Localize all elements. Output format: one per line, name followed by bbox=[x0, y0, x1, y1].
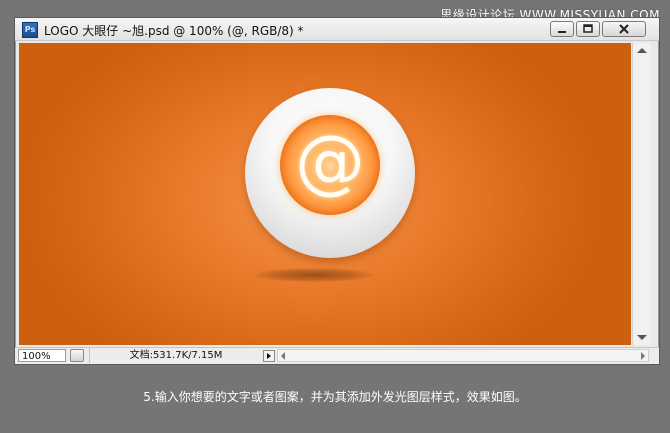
at-glyph: @ bbox=[295, 120, 365, 202]
window-title: LOGO 大眼仔 ~旭.psd @ 100% (@, RGB/8) * bbox=[44, 24, 304, 38]
title-bar[interactable]: Ps LOGO 大眼仔 ~旭.psd @ 100% (@, RGB/8) * bbox=[15, 18, 659, 41]
logo-shadow bbox=[254, 268, 374, 282]
scroll-down-icon[interactable] bbox=[637, 335, 647, 340]
status-bar: 100% 文档:531.7K/7.15M bbox=[15, 347, 659, 364]
status-menu-arrow-icon[interactable] bbox=[263, 350, 275, 362]
tutorial-caption: 5.输入你想要的文字或者图案，并为其添加外发光图层样式，效果如图。 bbox=[143, 390, 527, 404]
scroll-left-icon[interactable] bbox=[281, 352, 285, 360]
scroll-right-icon[interactable] bbox=[641, 352, 645, 360]
vertical-scrollbar[interactable] bbox=[632, 43, 651, 345]
maximize-icon bbox=[583, 24, 593, 33]
minimize-icon bbox=[558, 31, 566, 33]
close-button[interactable] bbox=[602, 21, 646, 37]
close-icon bbox=[619, 24, 629, 34]
document-size-info: 文档:531.7K/7.15M bbox=[89, 348, 262, 363]
minimize-button[interactable] bbox=[550, 21, 574, 37]
horizontal-scrollbar[interactable] bbox=[277, 349, 649, 362]
photoshop-icon: Ps bbox=[22, 22, 38, 38]
document-window: Ps LOGO 大眼仔 ~旭.psd @ 100% (@, RGB/8) * @ bbox=[14, 17, 660, 365]
logo-ball: @ bbox=[245, 88, 415, 258]
zoom-field[interactable]: 100% bbox=[18, 349, 66, 362]
document-canvas[interactable]: @ bbox=[19, 43, 631, 345]
logo-inner-circle: @ bbox=[280, 115, 380, 215]
scroll-up-icon[interactable] bbox=[637, 48, 647, 53]
status-preview-icon[interactable] bbox=[70, 349, 84, 362]
maximize-button[interactable] bbox=[576, 21, 600, 37]
